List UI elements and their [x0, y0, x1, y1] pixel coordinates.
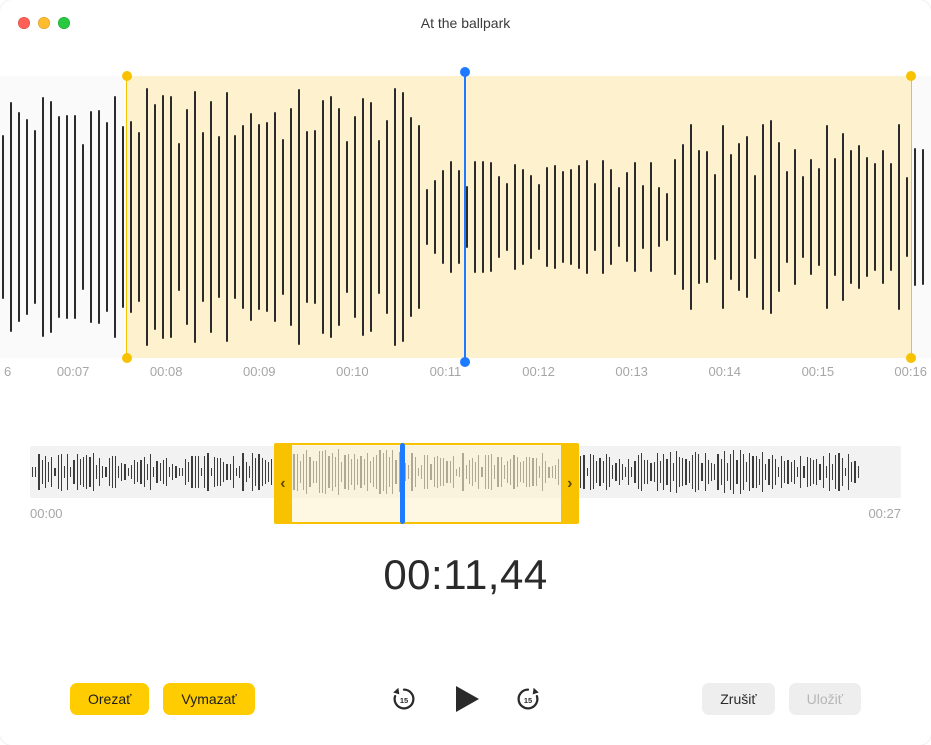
timeline-tick: 00:14: [685, 364, 765, 379]
trim-button[interactable]: Orezať: [70, 683, 149, 715]
titlebar: At the ballpark: [0, 0, 931, 46]
close-window-button[interactable]: [18, 17, 30, 29]
skip-forward-icon: 15: [513, 684, 543, 714]
window-title: At the ballpark: [0, 15, 931, 31]
delete-button[interactable]: Vymazať: [163, 683, 254, 715]
transport-controls: 15 15: [389, 682, 543, 716]
timeline-tick: 6: [0, 364, 20, 379]
waveform-editor[interactable]: 6 00:07 00:08 00:09 00:10 00:11 00:12 00:13 00:1…: [0, 76, 931, 396]
svg-text:15: 15: [399, 696, 407, 705]
timeline-tick: 00:16: [871, 364, 931, 379]
current-time-display: 00:11,44: [0, 551, 931, 599]
timeline-tick: 00:09: [219, 364, 299, 379]
overview-trim-handle-right[interactable]: ›: [561, 445, 579, 522]
overview-selection[interactable]: ‹ ›: [274, 443, 579, 524]
timeline-ruler: 6 00:07 00:08 00:09 00:10 00:11 00:12 00:13 00:1…: [0, 358, 931, 396]
timeline-tick: 00:07: [33, 364, 113, 379]
play-button[interactable]: [449, 682, 483, 716]
toolbar: Orezať Vymazať 15 15 Zrušiť Uložiť: [0, 683, 931, 715]
minimize-window-button[interactable]: [38, 17, 50, 29]
timeline-tick: 00:15: [778, 364, 858, 379]
overview-trim-handle-left[interactable]: ‹: [274, 445, 292, 522]
overview-end-time: 00:27: [868, 506, 901, 521]
save-button[interactable]: Uložiť: [789, 683, 861, 715]
overview-playhead[interactable]: [400, 443, 405, 524]
overview-start-time: 00:00: [30, 506, 63, 521]
waveform-overview[interactable]: ‹ › 00:00 00:27: [30, 446, 901, 521]
zoom-window-button[interactable]: [58, 17, 70, 29]
timeline-tick: 00:10: [312, 364, 392, 379]
skip-forward-button[interactable]: 15: [513, 684, 543, 714]
selection-region[interactable]: [126, 76, 913, 358]
skip-back-icon: 15: [389, 684, 419, 714]
timeline-tick: 00:08: [126, 364, 206, 379]
playhead[interactable]: [464, 71, 466, 363]
timeline-tick: 00:13: [592, 364, 672, 379]
cancel-button[interactable]: Zrušiť: [702, 683, 774, 715]
window-controls: [18, 17, 70, 29]
skip-back-button[interactable]: 15: [389, 684, 419, 714]
play-icon: [449, 682, 483, 716]
timeline-tick: 00:12: [499, 364, 579, 379]
svg-text:15: 15: [523, 696, 531, 705]
timeline-tick: 00:11: [405, 364, 485, 379]
